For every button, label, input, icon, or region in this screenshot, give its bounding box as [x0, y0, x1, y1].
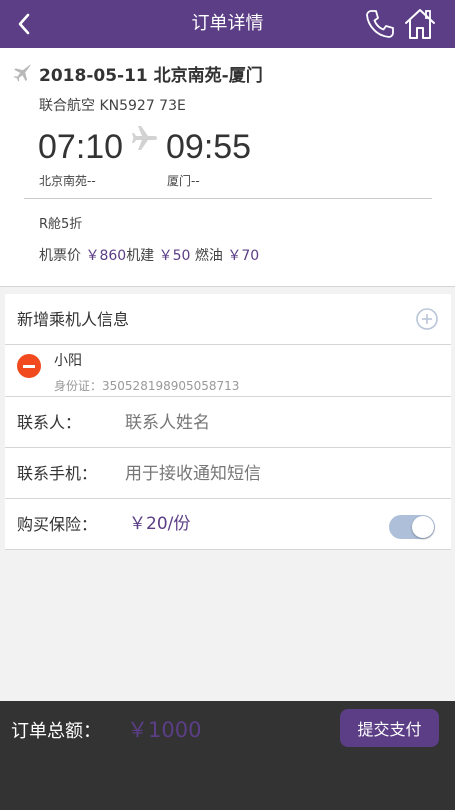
- ticket-price: ￥860: [85, 248, 127, 264]
- toggle-knob: [412, 516, 434, 538]
- id-label: 身份证：: [54, 379, 103, 393]
- flight-route: 2018-05-11 北京南苑-厦门: [39, 66, 263, 86]
- arrival-time: 09:55: [166, 128, 252, 166]
- airplane-icon: [132, 126, 157, 150]
- passenger-name: 小阳: [54, 353, 82, 369]
- ticket-price-label: 机票价: [39, 248, 81, 264]
- insurance-row: 购买保险： ￥20/份: [5, 499, 451, 550]
- add-passenger-row[interactable]: 新增乘机人信息: [5, 294, 451, 345]
- insurance-price: ￥20/份: [129, 514, 191, 534]
- contact-name-row: 联系人：: [5, 397, 451, 448]
- construction-fee-label: 机建: [126, 248, 155, 264]
- contact-phone-label: 联系手机：: [17, 464, 98, 483]
- bottom-bar: 订单总额： ￥1000 提交支付: [0, 701, 455, 810]
- fuel-surcharge-label: 燃油: [194, 248, 223, 264]
- remove-passenger-button[interactable]: [17, 354, 41, 378]
- contact-name-label: 联系人：: [17, 413, 82, 432]
- passenger-item: 小阳 身份证：350528198905058713: [5, 345, 451, 397]
- contact-phone-input[interactable]: [125, 458, 425, 490]
- construction-fee: ￥50: [158, 248, 191, 264]
- price-breakdown: 机票价 ￥860机建 ￥50 燃油 ￥70: [39, 245, 259, 265]
- cabin-class: R舱5折: [39, 217, 83, 232]
- order-total-label: 订单总额：: [11, 721, 101, 742]
- order-total-value: ￥1000: [127, 718, 202, 742]
- top-navigation-bar: 订单详情: [0, 0, 455, 48]
- passenger-id: 身份证：350528198905058713: [54, 377, 239, 394]
- home-icon[interactable]: [403, 7, 437, 41]
- divider: [24, 198, 432, 199]
- phone-icon[interactable]: [364, 8, 396, 40]
- airline-flight-number: 联合航空 KN5927 73E: [39, 98, 186, 114]
- submit-payment-button[interactable]: 提交支付: [340, 709, 439, 747]
- arrival-city: 厦门--: [167, 174, 200, 188]
- order-form: 新增乘机人信息 小阳 身份证：350528198905058713 联系人： 联…: [5, 294, 451, 550]
- fuel-surcharge: ￥70: [227, 248, 260, 264]
- departure-city: 北京南苑--: [39, 174, 96, 188]
- departure-time: 07:10: [38, 128, 124, 166]
- id-number: 350528198905058713: [102, 379, 240, 393]
- flight-info-card: 2018-05-11 北京南苑-厦门 联合航空 KN5927 73E 07:10…: [0, 48, 455, 287]
- add-circle-icon[interactable]: [415, 307, 439, 331]
- insurance-label: 购买保险：: [17, 515, 98, 534]
- contact-name-input[interactable]: [125, 407, 425, 439]
- insurance-toggle[interactable]: [389, 515, 435, 539]
- contact-phone-row: 联系手机：: [5, 448, 451, 499]
- add-passenger-label: 新增乘机人信息: [17, 310, 130, 329]
- airplane-icon: [13, 64, 31, 82]
